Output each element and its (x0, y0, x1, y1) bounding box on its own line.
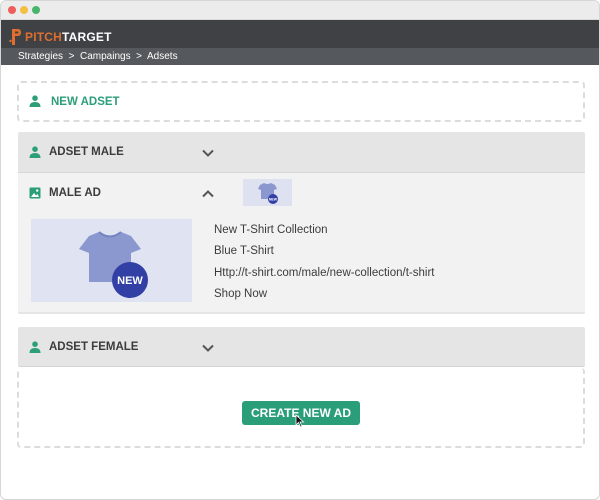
person-icon (29, 146, 41, 158)
ad-headline: New T-Shirt Collection (214, 224, 328, 236)
ad-cta: Shop Now (214, 288, 268, 300)
close-window-button[interactable] (8, 6, 16, 14)
ad-description: Blue T-Shirt (214, 245, 274, 257)
ad-title-male: MALE AD (49, 187, 101, 199)
app-header: PITCH TARGET Strategies > Campaings > Ads… (1, 20, 599, 65)
chevron-up-icon[interactable] (202, 190, 214, 198)
adset-title-male: ADSET MALE (49, 146, 124, 158)
new-adset-button[interactable]: NEW ADSET (17, 81, 585, 122)
person-icon (29, 95, 41, 107)
breadcrumb-separator: > (133, 51, 145, 62)
pitchtarget-logo-icon (9, 29, 21, 45)
adset-title-female: ADSET FEMALE (49, 341, 139, 353)
new-badge-small-text: NEW (269, 198, 278, 202)
tshirt-thumbnail-icon: NEW (258, 183, 278, 204)
chevron-down-icon[interactable] (202, 344, 214, 352)
breadcrumb: Strategies > Campaings > Adsets (1, 48, 599, 65)
adset-header-female[interactable]: ADSET FEMALE (18, 327, 585, 367)
chevron-down-icon[interactable] (202, 149, 214, 157)
new-badge-text: NEW (117, 275, 143, 287)
adset-panel-male: ADSET MALE MALE AD NEW NEW New T-Shirt C… (18, 132, 585, 314)
image-icon (29, 187, 41, 199)
ad-url: Http://t-shirt.com/male/new-collection/t… (214, 267, 435, 279)
breadcrumb-separator: > (65, 51, 78, 62)
ad-thumbnail[interactable]: NEW (243, 179, 292, 206)
adset-header-male[interactable]: ADSET MALE (18, 132, 585, 172)
breadcrumb-item-campaigns[interactable]: Campaings (80, 51, 131, 62)
maximize-window-button[interactable] (32, 6, 40, 14)
person-icon (29, 341, 41, 353)
mouse-cursor-icon (295, 414, 305, 428)
logo-text-target: TARGET (62, 30, 112, 44)
breadcrumb-item-strategies[interactable]: Strategies (18, 51, 63, 62)
window-titlebar (1, 1, 599, 20)
tshirt-image-icon: NEW (79, 231, 148, 298)
app-window: PITCH TARGET Strategies > Campaings > Ads… (0, 0, 600, 500)
logo[interactable]: PITCH TARGET (9, 26, 112, 48)
new-adset-label: NEW ADSET (51, 96, 120, 108)
minimize-window-button[interactable] (20, 6, 28, 14)
ad-image[interactable]: NEW (31, 219, 192, 302)
logo-text-pitch: PITCH (25, 30, 62, 44)
ad-card-male: MALE AD NEW NEW New T-Shirt Collection B… (18, 172, 585, 312)
breadcrumb-item-adsets[interactable]: Adsets (147, 51, 178, 62)
